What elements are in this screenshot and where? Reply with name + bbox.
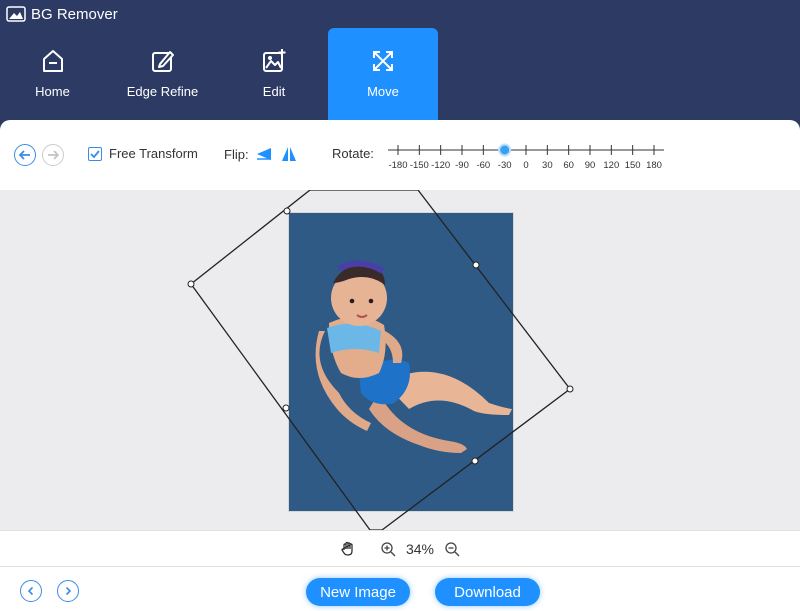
zoom-out-icon[interactable] [444,541,460,557]
edit-image-icon [263,49,286,72]
next-button[interactable] [57,580,79,602]
rotate-tick-label: 180 [646,160,662,171]
flip-vertical-icon[interactable] [281,146,297,162]
tab-move-label: Move [367,84,399,99]
transform-box[interactable] [0,190,800,530]
transform-handle[interactable] [471,457,479,465]
transform-handle[interactable] [187,280,195,288]
rotate-tick-label: -90 [455,160,469,171]
app-title: BG Remover [31,5,118,23]
rotate-tick-label: -150 [410,160,429,171]
home-icon [42,50,63,72]
rotate-tick-label: -60 [476,160,490,171]
tab-home[interactable]: Home [0,28,105,120]
hand-pan-icon[interactable] [340,541,356,557]
title-bar: BG Remover [0,0,800,28]
transform-handle[interactable] [282,404,290,412]
rotate-tick-label: 120 [603,160,619,171]
tab-edit-label: Edit [262,84,286,99]
tab-edge-refine-label: Edge Refine [126,84,199,99]
transform-toolbar: Free Transform Flip: Rotate: -180 -150 -12… [0,120,800,190]
editor-panel: Free Transform Flip: Rotate: -180 -150 -12… [0,120,800,611]
move-icon [373,51,393,71]
undo-icon [19,150,30,160]
rotate-tick-label: -120 [431,160,450,171]
undo-button[interactable] [14,144,36,166]
rotate-tick-label: -180 [388,160,407,171]
flip-label: Flip: [224,146,249,162]
free-transform-checkbox[interactable] [88,146,102,161]
bottom-bar: New Image Download [0,566,800,611]
rotate-tick-label: 60 [563,160,574,171]
transform-handle[interactable] [472,261,480,269]
tab-home-label: Home [35,84,70,99]
tab-move[interactable]: Move [328,28,438,120]
rotate-tick-label: 0 [523,160,528,171]
free-transform-toggle[interactable]: Free Transform [88,146,198,161]
chevron-right-icon [65,586,72,596]
flip-horizontal-icon[interactable] [255,147,273,161]
image-canvas[interactable] [0,190,800,530]
main-nav: Home Edge Refine Edit Move [0,28,438,120]
app-logo-icon [6,6,26,22]
tab-edit[interactable]: Edit [220,28,328,120]
rotate-label: Rotate: [332,146,374,161]
redo-icon [48,150,59,160]
rotate-tick-label: 90 [585,160,596,171]
transform-handle[interactable] [283,207,291,215]
zoom-bar: 34% [0,530,800,566]
download-button[interactable]: Download [435,578,540,606]
rotate-tick-label: 30 [542,160,553,171]
flip-controls: Flip: [224,146,297,162]
tab-edge-refine[interactable]: Edge Refine [105,28,220,120]
checkmark-icon [90,149,100,158]
free-transform-label: Free Transform [109,146,198,161]
rotate-slider[interactable]: -180 -150 -120 -90 -60 -30 0 30 60 90 120 150 180 [386,138,666,174]
transform-handle[interactable] [566,385,574,393]
redo-button[interactable] [42,144,64,166]
chevron-left-icon [27,586,34,596]
edge-refine-icon [151,51,174,72]
rotate-slider-handle[interactable] [498,143,512,157]
zoom-level: 34% [405,540,435,557]
zoom-in-icon[interactable] [380,541,396,557]
rotate-tick-label: 150 [625,160,641,171]
new-image-button[interactable]: New Image [306,578,410,606]
previous-button[interactable] [20,580,42,602]
rotate-tick-label: -30 [498,160,512,171]
